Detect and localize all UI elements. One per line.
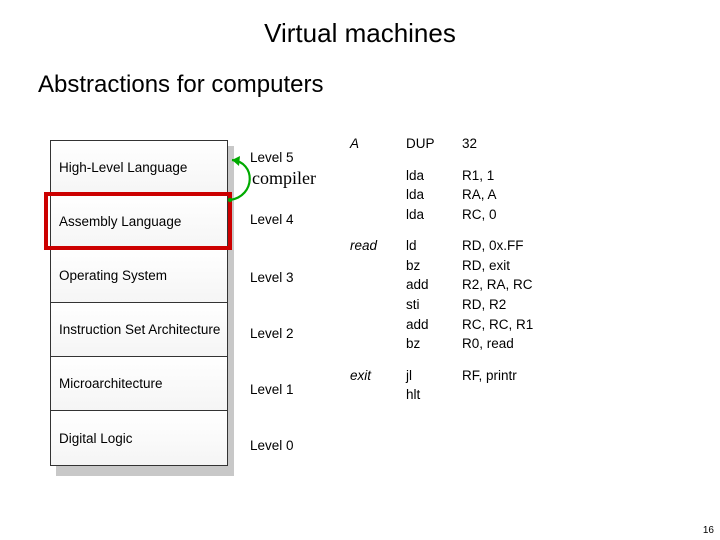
level-name: Instruction Set Architecture xyxy=(59,322,220,337)
code-row: exit jl hlt RF, printr xyxy=(350,366,572,417)
level-name: High-Level Language xyxy=(59,160,187,175)
code-mnemonic: DUP xyxy=(406,134,462,166)
assembly-listing: A DUP 32 lda lda lda R1, 1 RA, A RC, 0 r… xyxy=(350,134,572,417)
level-box-digital: Digital Logic xyxy=(51,411,227,465)
code-row: lda lda lda R1, 1 RA, A RC, 0 xyxy=(350,166,572,237)
level-box-os: Operating System xyxy=(51,249,227,303)
slide-subtitle: Abstractions for computers xyxy=(0,49,720,99)
level-label-5: Level 5 xyxy=(250,150,294,165)
code-row: A DUP 32 xyxy=(350,134,572,166)
code-row: read ld bz add sti add bz RD, 0x.FF RD, … xyxy=(350,236,572,365)
code-operands: R1, 1 RA, A RC, 0 xyxy=(462,166,572,237)
level-name: Microarchitecture xyxy=(59,376,163,391)
code-mnemonic: ld bz add sti add bz xyxy=(406,236,462,365)
page-number: 16 xyxy=(703,525,714,536)
code-mnemonic: jl hlt xyxy=(406,366,462,417)
compiler-annotation: compiler xyxy=(252,168,316,189)
slide-title: Virtual machines xyxy=(0,0,720,49)
level-box-uarch: Microarchitecture xyxy=(51,357,227,411)
level-label-0: Level 0 xyxy=(250,438,294,453)
level-name: Assembly Language xyxy=(59,214,181,229)
code-label: read xyxy=(350,236,406,365)
code-label: A xyxy=(350,134,406,166)
code-label xyxy=(350,166,406,237)
code-operands: RF, printr xyxy=(462,366,572,417)
level-label-3: Level 3 xyxy=(250,270,294,285)
code-mnemonic: lda lda lda xyxy=(406,166,462,237)
code-operands: 32 xyxy=(462,134,572,166)
level-box-asm: Assembly Language xyxy=(51,195,227,249)
code-label: exit xyxy=(350,366,406,417)
level-box-isa: Instruction Set Architecture xyxy=(51,303,227,357)
level-name: Operating System xyxy=(59,268,167,283)
level-label-2: Level 2 xyxy=(250,326,294,341)
level-name: Digital Logic xyxy=(59,431,133,446)
code-operands: RD, 0x.FF RD, exit R2, RA, RC RD, R2 RC,… xyxy=(462,236,572,365)
levels-stack: High-Level Language Assembly Language Op… xyxy=(50,140,228,466)
level-label-4: Level 4 xyxy=(250,212,294,227)
level-box-hll: High-Level Language xyxy=(51,141,227,195)
diagram-area: High-Level Language Assembly Language Op… xyxy=(50,140,670,500)
level-label-1: Level 1 xyxy=(250,382,294,397)
